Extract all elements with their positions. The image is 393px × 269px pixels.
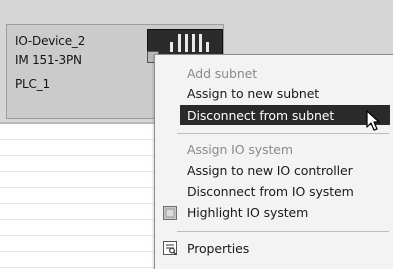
menu-separator (177, 231, 389, 232)
port-bar (206, 42, 209, 52)
port-bar (199, 34, 202, 52)
menu-item-disconnect-io-system[interactable]: Disconnect from IO system (187, 184, 354, 199)
menu-item-assign-new-subnet[interactable]: Assign to new subnet (187, 86, 319, 101)
device-module: IM 151-3PN (15, 53, 82, 67)
port-bar (185, 34, 188, 52)
menu-item-add-subnet: Add subnet (187, 66, 258, 81)
menu-item-properties[interactable]: Properties (187, 241, 249, 256)
context-menu: Add subnet Assign to new subnet Disconne… (154, 54, 393, 269)
device-controller[interactable]: PLC_1 (15, 77, 50, 91)
menu-item-disconnect-subnet[interactable]: Disconnect from subnet (187, 108, 334, 123)
menu-item-highlight-io-system[interactable]: Highlight IO system (187, 205, 308, 220)
port-bar (192, 34, 195, 52)
port-bar (170, 42, 173, 52)
port-bar (178, 34, 181, 52)
mouse-cursor-icon (366, 110, 380, 131)
menu-item-assign-new-io-controller[interactable]: Assign to new IO controller (187, 163, 353, 178)
properties-icon (163, 241, 177, 255)
menu-separator (177, 133, 389, 134)
device-name: IO-Device_2 (15, 34, 86, 48)
highlight-square-icon (163, 206, 177, 220)
menu-item-assign-io-system: Assign IO system (187, 142, 293, 157)
